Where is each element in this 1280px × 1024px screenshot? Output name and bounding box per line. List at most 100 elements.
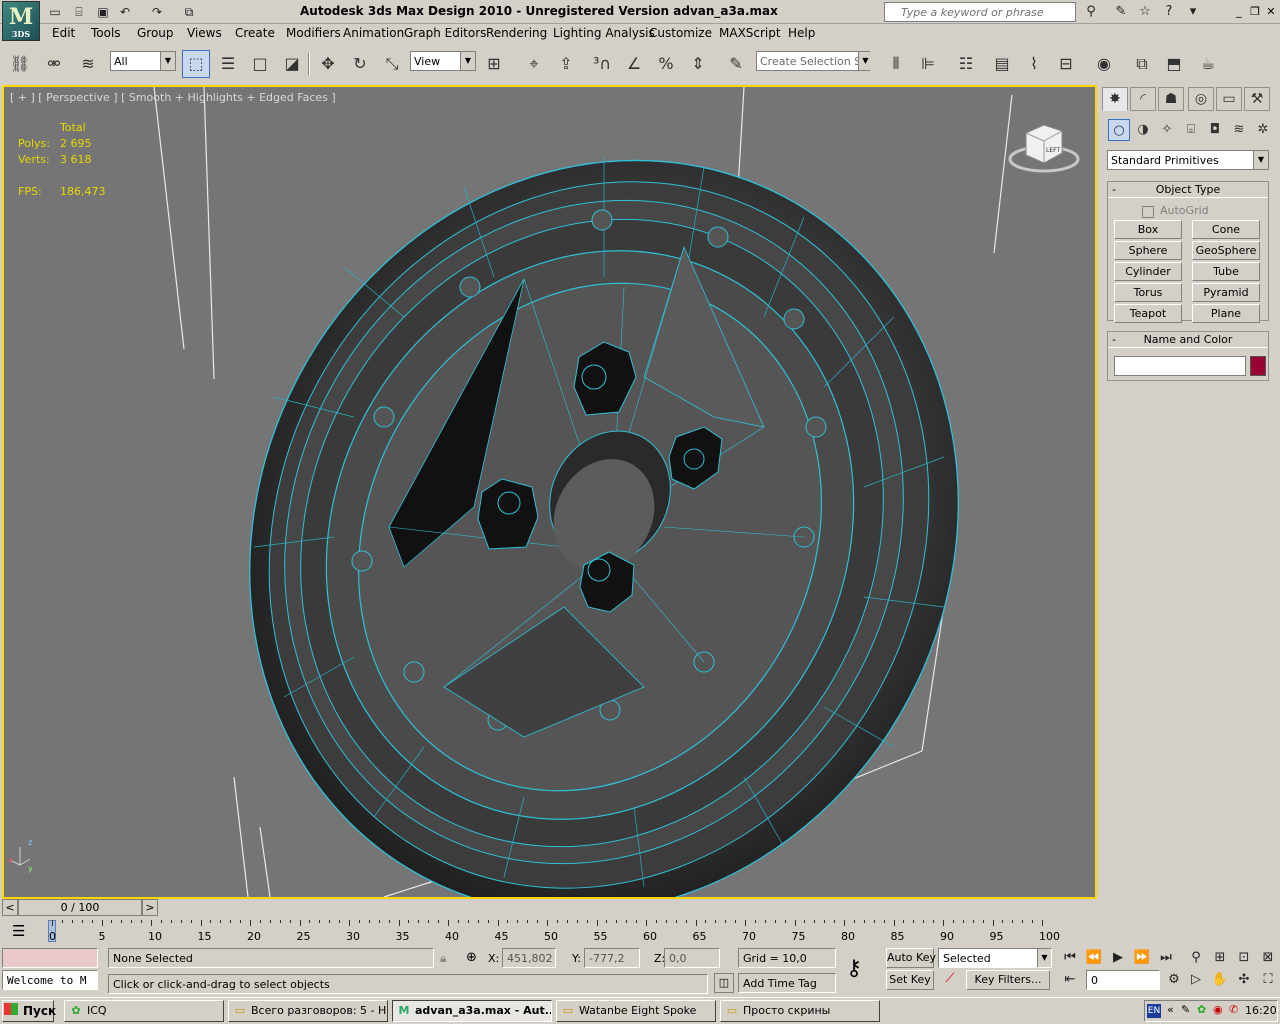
time-tag-icon[interactable]: ◫ [714, 973, 734, 993]
menu-animation[interactable]: Animation [343, 26, 404, 40]
spacewarps-category-icon[interactable]: ≋ [1228, 119, 1250, 141]
use-pivot-center-icon[interactable]: ⊞ [480, 50, 508, 78]
select-and-link-icon[interactable]: ⛓ [6, 50, 34, 78]
menu-create[interactable]: Create [235, 26, 275, 40]
language-indicator[interactable]: EN [1147, 1004, 1161, 1018]
tube-button[interactable]: Tube [1192, 262, 1260, 281]
select-object-icon[interactable]: ⬚ [182, 50, 210, 78]
current-frame-field[interactable]: 0 [1086, 970, 1160, 990]
menu-graph-editors[interactable]: Graph Editors [404, 26, 486, 40]
menu-views[interactable]: Views [187, 26, 222, 40]
render-setup-icon[interactable]: ⧉ [1128, 50, 1156, 78]
render-production-icon[interactable]: ☕ [1194, 50, 1222, 78]
rectangular-selection-icon[interactable]: □ [246, 50, 274, 78]
modify-tab-icon[interactable]: ◜ [1130, 87, 1156, 111]
undo-icon[interactable]: ↶ [116, 3, 134, 21]
binoculars-icon[interactable]: ⚲ [1082, 3, 1100, 21]
task-icq-chat[interactable]: ▭ Всего разговоров: 5 - Н... [228, 1000, 388, 1022]
snaps-toggle-icon[interactable]: ³∩ [588, 50, 616, 78]
key-tangent-icon[interactable]: ⟋ [940, 971, 960, 991]
y-coordinate-field[interactable]: -777,2 [584, 948, 640, 968]
set-key-button[interactable]: Set Key [886, 970, 934, 990]
shapes-category-icon[interactable]: ◑ [1132, 119, 1154, 141]
schematic-view-icon[interactable]: ⊟ [1052, 50, 1080, 78]
cameras-category-icon[interactable]: ⌻ [1180, 119, 1202, 141]
maxscript-mini-listener[interactable]: Welcome to M [2, 970, 98, 990]
task-3dsmax[interactable]: Madvan_a3a.max - Aut... [392, 1000, 552, 1022]
edit-named-selection-icon[interactable]: ✎ [722, 50, 750, 78]
tray-tool-icon[interactable]: ✎ [1181, 1003, 1190, 1016]
angle-snap-icon[interactable]: ∠ [620, 50, 648, 78]
chevron-down-icon[interactable]: ▼ [1253, 151, 1268, 169]
redo-icon[interactable]: ↷ [148, 3, 166, 21]
key-mode-dropdown[interactable]: Selected ▼ [938, 948, 1052, 968]
menu-maxscript[interactable]: MAXScript [719, 26, 781, 40]
selection-set-dropdown-icon[interactable]: ▼ [858, 52, 872, 70]
motion-tab-icon[interactable]: ◎ [1188, 87, 1214, 111]
z-coordinate-field[interactable]: 0,0 [664, 948, 720, 968]
time-slider[interactable]: < 0 / 100 > [2, 899, 158, 917]
key-filters-button[interactable]: Key Filters... [966, 970, 1050, 990]
time-slider-thumb[interactable]: 0 / 100 [18, 899, 142, 916]
hierarchy-tab-icon[interactable]: ☗ [1158, 87, 1184, 111]
selection-filter-dropdown[interactable]: All ▼ [110, 51, 176, 71]
tray-back-arrow-icon[interactable]: « [1167, 1003, 1174, 1016]
favorites-star-icon[interactable]: ☆ [1136, 3, 1154, 21]
keyboard-shortcut-override-icon[interactable]: ⇪ [552, 50, 580, 78]
zoom-icon[interactable]: ⚲ [1186, 948, 1206, 968]
viewport-label-menu[interactable]: [ + ] [ Perspective ] [ Smooth + Highlig… [10, 91, 336, 104]
select-and-manipulate-icon[interactable]: ⌖ [520, 50, 548, 78]
chevron-down-icon[interactable]: ▼ [1037, 949, 1051, 967]
menu-modifiers[interactable]: Modifiers [286, 26, 341, 40]
display-tab-icon[interactable]: ▭ [1216, 87, 1242, 111]
key-mode-toggle-icon[interactable]: ⇤ [1060, 970, 1080, 990]
add-time-tag-field[interactable]: Add Time Tag [738, 973, 836, 993]
new-file-icon[interactable]: ▭ [46, 3, 64, 21]
menu-rendering[interactable]: Rendering [486, 26, 547, 40]
menu-lighting-analysis[interactable]: Lighting Analysis [553, 26, 655, 40]
application-button[interactable]: M 3DS [2, 1, 40, 41]
rendered-frame-window-icon[interactable]: ⬒ [1160, 50, 1188, 78]
previous-frame-icon[interactable]: ⏪ [1084, 948, 1104, 968]
close-icon[interactable]: ✕ [1264, 5, 1278, 19]
sphere-button[interactable]: Sphere [1114, 241, 1182, 260]
autogrid-checkbox[interactable] [1142, 206, 1154, 218]
spinner-snap-icon[interactable]: ⇕ [684, 50, 712, 78]
auto-key-button[interactable]: Auto Key [886, 948, 936, 968]
systems-category-icon[interactable]: ✲ [1252, 119, 1274, 141]
mirror-icon[interactable]: ⫴ [882, 50, 910, 78]
hold-icon[interactable]: ⧉ [180, 3, 198, 21]
orbit-icon[interactable]: ✣ [1234, 970, 1254, 990]
select-and-move-icon[interactable]: ✥ [314, 50, 342, 78]
cylinder-button[interactable]: Cylinder [1114, 262, 1182, 281]
open-mini-curve-editor-icon[interactable]: ☰ [12, 922, 25, 940]
menu-help[interactable]: Help [788, 26, 815, 40]
play-icon[interactable]: ▶ [1108, 948, 1128, 968]
cone-button[interactable]: Cone [1192, 220, 1260, 239]
go-to-start-icon[interactable]: ⏮ [1060, 948, 1080, 968]
track-bar[interactable]: ☰ 0 5 10 15 20 25 30 35 40 45 50 55 60 65 70 75 80 85 90 95… [0, 918, 1100, 946]
save-file-icon[interactable]: ▣ [94, 3, 112, 21]
object-type-header[interactable]: - Object Type [1108, 182, 1268, 198]
set-keys-key-icon[interactable]: ⚷ [846, 956, 862, 981]
minimize-icon[interactable]: _ [1232, 5, 1246, 19]
zoom-extents-all-icon[interactable]: ⊠ [1258, 948, 1278, 968]
zoom-all-icon[interactable]: ⊞ [1210, 948, 1230, 968]
help-dropdown-icon[interactable]: ▾ [1184, 3, 1202, 21]
material-editor-icon[interactable]: ◉ [1090, 50, 1118, 78]
plane-button[interactable]: Plane [1192, 304, 1260, 323]
pan-view-icon[interactable]: ✋ [1210, 970, 1230, 990]
tray-app-icon[interactable]: ✆ [1229, 1003, 1238, 1016]
perspective-viewport[interactable]: z x y [ + ] [ Perspective ] [ Smooth + H… [2, 85, 1097, 899]
layer-manager-icon[interactable]: ☷ [952, 50, 980, 78]
utilities-tab-icon[interactable]: ⚒ [1244, 87, 1270, 111]
previous-frame-arrow-icon[interactable]: < [2, 899, 18, 916]
tray-antivirus-icon[interactable]: ◉ [1213, 1003, 1223, 1016]
next-frame-icon[interactable]: ⏩ [1132, 948, 1152, 968]
search-input[interactable]: Type a keyword or phrase [884, 2, 1076, 22]
maxscript-mini-listener-pink[interactable] [2, 948, 98, 968]
window-crossing-icon[interactable]: ◪ [278, 50, 306, 78]
task-watanbe-folder[interactable]: ▭ Watanbe Eight Spoke [556, 1000, 716, 1022]
bind-to-space-warp-icon[interactable]: ≋ [74, 50, 102, 78]
zoom-extents-icon[interactable]: ⊡ [1234, 948, 1254, 968]
